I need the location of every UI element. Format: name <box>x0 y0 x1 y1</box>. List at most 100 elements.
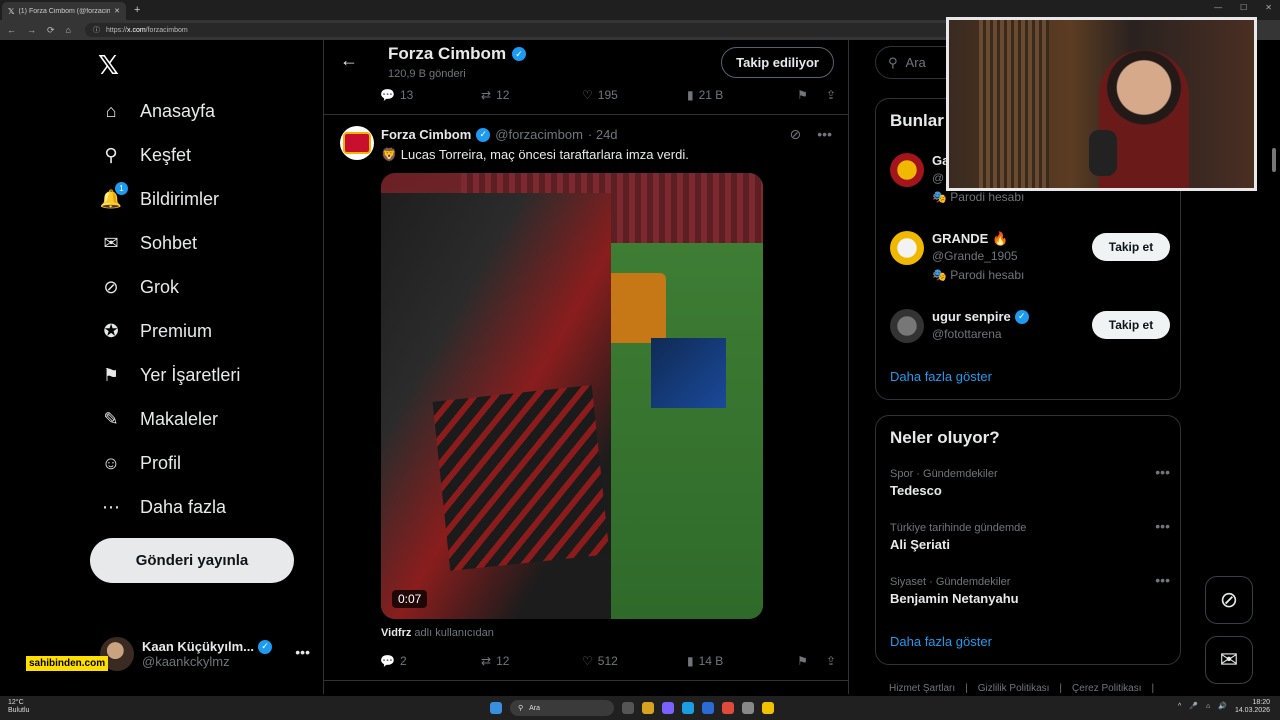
clock[interactable]: 18:20 14.03.2026 <box>1235 699 1270 715</box>
back-arrow-icon[interactable]: ← <box>340 50 358 71</box>
cookie-link[interactable]: Çerez Politikası <box>1072 683 1141 694</box>
clock-time: 18:20 <box>1252 699 1270 706</box>
bookmark-icon[interactable]: ⚑ <box>797 654 808 668</box>
repost-count: 12 <box>496 654 510 668</box>
task-view-icon[interactable] <box>622 702 634 714</box>
back-icon[interactable]: ← <box>7 25 16 36</box>
home-icon[interactable]: ⌂ <box>66 25 71 36</box>
show-more-link[interactable]: Daha fazla göster <box>890 369 992 384</box>
close-window-icon[interactable]: ✕ <box>1265 3 1272 12</box>
more-icon[interactable]: ••• <box>1155 572 1170 588</box>
trend-item[interactable]: Siyaset · Gündemdekiler Benjamin Netanya… <box>890 572 1170 616</box>
nav-chat[interactable]: ✉ Sohbet <box>100 232 197 254</box>
nav-more[interactable]: ⋯ Daha fazla <box>100 496 226 518</box>
suggestion-item[interactable]: ugur senpire ✓ @fotottarena Takip et <box>890 309 1170 365</box>
nav-premium[interactable]: ✪ Premium <box>100 320 212 342</box>
clock-date: 14.03.2026 <box>1234 707 1270 714</box>
bookmark-icon[interactable]: ⚑ <box>797 88 808 102</box>
chrome-icon[interactable] <box>762 702 774 714</box>
trend-item[interactable]: Spor · Gündemdekiler Tedesco ••• <box>890 464 1170 508</box>
views-button[interactable]: ▮ 21 B <box>687 88 786 102</box>
video-player[interactable]: 0:07 <box>381 173 763 619</box>
system-tray: ^ 🎤 ⌂ 🔊 18:20 14.03.2026 <box>1178 699 1270 715</box>
more-icon[interactable]: ••• <box>1155 464 1170 480</box>
bookmark-icon: ⚑ <box>102 364 120 385</box>
more-icon[interactable]: ••• <box>1155 518 1170 534</box>
tweet-author[interactable]: Forza Cimbom <box>381 127 471 142</box>
reply-button[interactable]: 💬 13 <box>380 88 481 102</box>
weather-widget[interactable]: 12°C Bulutlu <box>8 699 29 715</box>
repost-button[interactable]: ⇄ 12 <box>481 88 582 102</box>
chevron-up-icon[interactable]: ^ <box>1178 703 1181 711</box>
tweet-avatar[interactable] <box>340 126 374 160</box>
minimize-icon[interactable]: — <box>1214 3 1222 12</box>
avatar <box>890 309 924 343</box>
heart-icon: ♡ <box>582 654 593 668</box>
nav-grok[interactable]: ⊘ Grok <box>100 276 179 298</box>
nav-articles[interactable]: ✎ Makaleler <box>100 408 218 430</box>
grok-floating-button[interactable]: ⊘ <box>1205 576 1253 624</box>
windows-start-icon[interactable] <box>490 702 502 714</box>
views-button[interactable]: ▮ 14 B <box>687 654 786 668</box>
show-more-link[interactable]: Daha fazla göster <box>890 634 992 649</box>
edge-icon[interactable] <box>682 702 694 714</box>
footer-links: Hizmet Şartları | Gizlilik Politikası | … <box>889 683 1154 694</box>
file-explorer-icon[interactable] <box>642 702 654 714</box>
close-tab-icon[interactable]: ✕ <box>114 7 120 15</box>
scrollbar[interactable] <box>1272 148 1276 172</box>
repost-button[interactable]: ⇄ 12 <box>481 654 582 668</box>
volume-icon[interactable]: 🔊 <box>1218 703 1227 711</box>
share-icon[interactable]: ⇪ <box>826 654 836 668</box>
maximize-icon[interactable]: ☐ <box>1240 3 1247 12</box>
forward-icon[interactable]: → <box>27 25 36 36</box>
network-icon[interactable]: ⌂ <box>1206 703 1210 711</box>
avatar <box>890 153 924 187</box>
nav-explore[interactable]: ⚲ Keşfet <box>100 144 191 166</box>
post-button[interactable]: Gönderi yayınla <box>90 538 294 583</box>
nav-bookmarks[interactable]: ⚑ Yer İşaretleri <box>100 364 240 386</box>
more-icon[interactable]: ••• <box>295 644 310 660</box>
follow-button[interactable]: Takip et <box>1092 311 1170 339</box>
new-tab-icon[interactable]: + <box>134 4 140 16</box>
messages-floating-button[interactable]: ✉ <box>1205 636 1253 684</box>
via-user[interactable]: Vidfrz <box>381 627 411 639</box>
like-button[interactable]: ♡ 195 <box>582 88 687 102</box>
window-controls: — ☐ ✕ <box>1214 3 1272 12</box>
like-button[interactable]: ♡ 512 <box>582 654 687 668</box>
site-info-icon[interactable]: ⓘ <box>93 25 100 35</box>
tweet-handle[interactable]: @forzacimbom <box>495 127 583 142</box>
following-button[interactable]: Takip ediliyor <box>721 47 834 78</box>
nav-notifications[interactable]: 🔔 1 Bildirimler <box>100 182 220 210</box>
obs-icon[interactable] <box>722 702 734 714</box>
url-host: x.com <box>127 26 146 34</box>
nav-label: Anasayfa <box>140 100 216 121</box>
taskbar-search[interactable]: ⚲ Ara <box>510 700 614 716</box>
verified-icon: ✓ <box>1014 309 1029 324</box>
follow-button[interactable]: Takip et <box>1092 233 1170 261</box>
nav-profile[interactable]: ☺ Profil <box>100 452 181 474</box>
privacy-link[interactable]: Gizlilik Politikası <box>978 683 1050 694</box>
reload-icon[interactable]: ⟳ <box>47 25 55 36</box>
suggestion-item[interactable]: GRANDE 🔥 @Grande_1905 🎭 Parodi hesabı Ta… <box>890 231 1170 287</box>
browser-tab[interactable]: 𝕏 (1) Forza Cimbom (@forzacimbom... ✕ <box>2 2 126 20</box>
suggestion-handle: @Grande_1905 <box>932 249 1018 263</box>
steam-icon[interactable] <box>742 702 754 714</box>
trend-item[interactable]: Türkiye tarihinde gündemde Ali Şeriati •… <box>890 518 1170 562</box>
share-icon[interactable]: ⇪ <box>826 88 836 102</box>
left-sidebar: 𝕏 ⌂ Anasayfa ⚲ Keşfet 🔔 1 Bildirimler ✉ Sohbe… <box>88 44 318 694</box>
more-icon[interactable]: ••• <box>817 126 832 143</box>
discord-icon[interactable] <box>662 702 674 714</box>
trend-category: Spor · Gündemdekiler <box>890 468 998 480</box>
x-logo-icon[interactable]: 𝕏 <box>98 50 119 81</box>
mask-icon: 🎭 <box>932 268 947 282</box>
account-switcher[interactable]: Kaan Küçükyılm... ✓ @kaankckylmz ••• <box>100 634 310 674</box>
premium-badge-icon: ✪ <box>103 320 119 341</box>
reply-button[interactable]: 💬 2 <box>380 654 481 668</box>
mic-icon[interactable]: 🎤 <box>1189 703 1198 711</box>
nav-label: Bildirimler <box>140 188 220 209</box>
app-icon[interactable] <box>702 702 714 714</box>
nav-home[interactable]: ⌂ Anasayfa <box>100 100 216 122</box>
terms-link[interactable]: Hizmet Şartları <box>889 683 955 694</box>
grok-icon[interactable]: ⊘ <box>790 126 802 143</box>
tweet-time[interactable]: · 24d <box>588 127 618 142</box>
